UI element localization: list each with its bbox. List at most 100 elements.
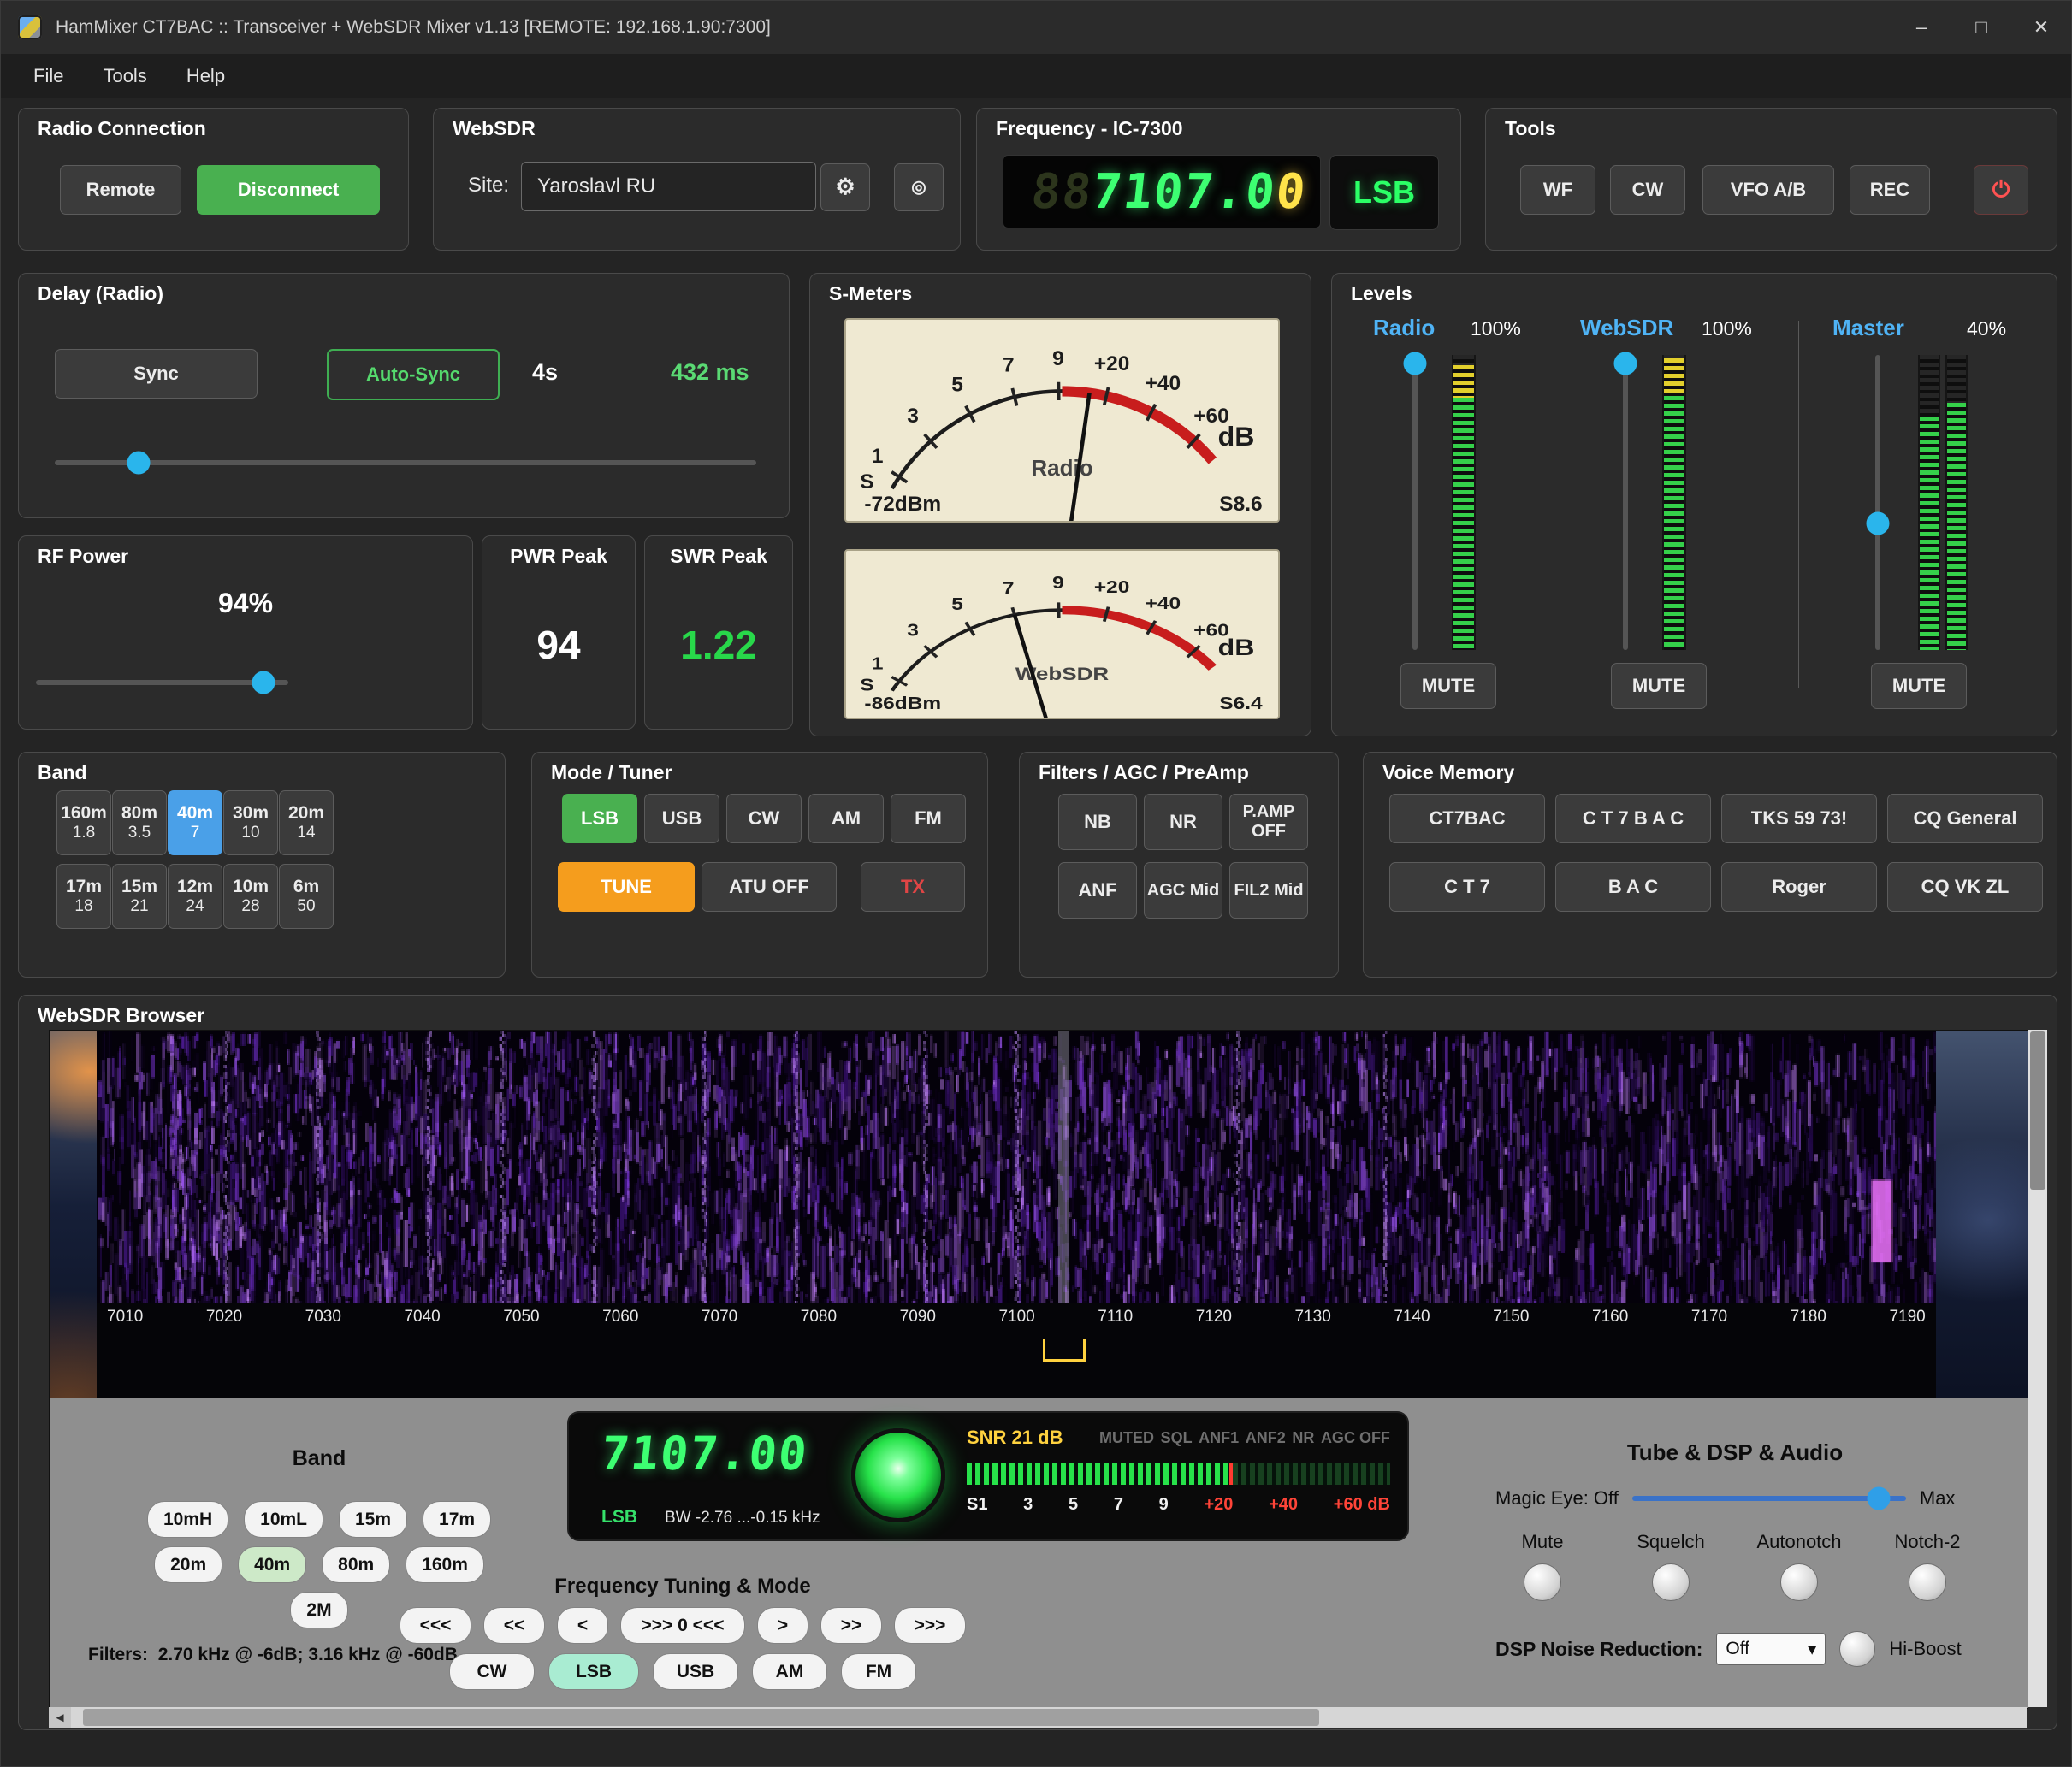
- websdr-mute-button[interactable]: MUTE: [1611, 663, 1707, 709]
- magic-eye-slider-handle[interactable]: [1867, 1487, 1890, 1510]
- sync-button[interactable]: Sync: [55, 349, 258, 399]
- tune-up-2-button[interactable]: >>: [820, 1607, 882, 1644]
- websdr-mode-fm[interactable]: FM: [841, 1653, 916, 1690]
- auto-sync-button[interactable]: Auto-Sync: [327, 349, 500, 400]
- remote-button[interactable]: Remote: [60, 165, 181, 215]
- menu-item-file[interactable]: File: [25, 62, 72, 91]
- preamp-button[interactable]: P.AMP OFF: [1229, 794, 1308, 850]
- band-button-40m[interactable]: 40m7: [168, 790, 222, 855]
- websdr-band-40m[interactable]: 40m: [238, 1546, 306, 1583]
- master-mute-button[interactable]: MUTE: [1871, 663, 1967, 709]
- dsp-nr-select[interactable]: Off ▾: [1716, 1633, 1826, 1665]
- mode-cw-button[interactable]: CW: [726, 794, 802, 843]
- websdr-mode-lsb[interactable]: LSB: [548, 1653, 639, 1690]
- agc-button[interactable]: AGC Mid: [1144, 862, 1222, 919]
- browser-horizontal-scrollbar-thumb[interactable]: [83, 1709, 1319, 1726]
- fil2-button[interactable]: FIL2 Mid: [1229, 862, 1308, 919]
- band-button-80m[interactable]: 80m3.5: [112, 790, 167, 855]
- browser-vertical-scrollbar[interactable]: [2028, 1030, 2047, 1707]
- band-button-20m[interactable]: 20m14: [279, 790, 334, 855]
- voice-memory-1[interactable]: CT7BAC: [1389, 794, 1545, 843]
- mode-lsb-button[interactable]: LSB: [562, 794, 637, 843]
- waterfall-spectrogram[interactable]: [97, 1031, 1936, 1303]
- websdr-mode-am[interactable]: AM: [752, 1653, 827, 1690]
- websdr-band-2M[interactable]: 2M: [290, 1592, 347, 1628]
- websdr-band-15m[interactable]: 15m: [339, 1501, 407, 1538]
- master-level-slider[interactable]: [1875, 355, 1880, 650]
- websdr-level-slider-handle[interactable]: [1614, 352, 1637, 375]
- radio-mute-button[interactable]: MUTE: [1400, 663, 1496, 709]
- radio-level-slider-handle[interactable]: [1404, 352, 1427, 375]
- master-level-slider-handle[interactable]: [1867, 511, 1890, 535]
- minimize-button[interactable]: –: [1891, 1, 1951, 54]
- tune-button[interactable]: TUNE: [558, 862, 695, 912]
- menu-item-tools[interactable]: Tools: [94, 62, 155, 91]
- atu-off-button[interactable]: ATU OFF: [702, 862, 837, 912]
- websdr-mode-cw[interactable]: CW: [449, 1653, 535, 1690]
- autonotch-toggle[interactable]: [1780, 1563, 1818, 1601]
- notch2-toggle[interactable]: [1909, 1563, 1946, 1601]
- app-icon: [18, 15, 42, 39]
- websdr-level-slider[interactable]: [1623, 355, 1628, 650]
- cw-tool-button[interactable]: CW: [1610, 165, 1685, 215]
- tune-down-3-button[interactable]: <<<: [400, 1607, 471, 1644]
- power-button[interactable]: ⏻: [1974, 165, 2028, 215]
- band-button-30m[interactable]: 30m10: [223, 790, 278, 855]
- passband-marker[interactable]: [1043, 1339, 1086, 1362]
- delay-slider-handle[interactable]: [127, 452, 151, 475]
- voice-memory-8[interactable]: CQ VK ZL: [1887, 862, 2043, 912]
- websdr-band-20m[interactable]: 20m: [154, 1546, 222, 1583]
- tune-down-1-button[interactable]: <: [557, 1607, 608, 1644]
- tune-center-button[interactable]: >>> 0 <<<: [620, 1607, 745, 1644]
- radio-level-slider[interactable]: [1412, 355, 1418, 650]
- mode-usb-button[interactable]: USB: [644, 794, 719, 843]
- squelch-toggle[interactable]: [1652, 1563, 1690, 1601]
- tune-up-3-button[interactable]: >>>: [894, 1607, 966, 1644]
- voice-memory-5[interactable]: C T 7: [1389, 862, 1545, 912]
- rf-power-slider[interactable]: [36, 680, 288, 685]
- scroll-left-arrow-icon[interactable]: ◄: [49, 1707, 71, 1728]
- band-button-12m[interactable]: 12m24: [168, 864, 222, 929]
- mute-toggle[interactable]: [1524, 1563, 1561, 1601]
- menu-item-help[interactable]: Help: [178, 62, 234, 91]
- browser-horizontal-scrollbar[interactable]: ◄: [49, 1707, 2027, 1728]
- group-title: Frequency - IC-7300: [996, 117, 1183, 140]
- site-scan-button[interactable]: ◎: [894, 163, 944, 211]
- band-button-160m[interactable]: 160m1.8: [56, 790, 111, 855]
- band-button-17m[interactable]: 17m18: [56, 864, 111, 929]
- band-button-15m[interactable]: 15m21: [112, 864, 167, 929]
- close-button[interactable]: ✕: [2011, 1, 2071, 54]
- tune-down-2-button[interactable]: <<: [483, 1607, 545, 1644]
- maximize-button[interactable]: □: [1951, 1, 2011, 54]
- magic-eye-slider[interactable]: [1632, 1496, 1906, 1501]
- tune-up-1-button[interactable]: >: [757, 1607, 808, 1644]
- waterfall-button[interactable]: WF: [1520, 165, 1595, 215]
- disconnect-button[interactable]: Disconnect: [197, 165, 380, 215]
- vfo-ab-button[interactable]: VFO A/B: [1702, 165, 1834, 215]
- delay-slider[interactable]: [55, 460, 756, 465]
- websdr-band-10mL[interactable]: 10mL: [244, 1501, 323, 1538]
- band-button-10m[interactable]: 10m28: [223, 864, 278, 929]
- websdr-mode-usb[interactable]: USB: [653, 1653, 738, 1690]
- mode-fm-button[interactable]: FM: [891, 794, 966, 843]
- voice-memory-4[interactable]: CQ General: [1887, 794, 2043, 843]
- rec-button[interactable]: REC: [1850, 165, 1930, 215]
- nr-button[interactable]: NR: [1144, 794, 1222, 850]
- tx-button[interactable]: TX: [861, 862, 965, 912]
- title-bar: HamMixer CT7BAC :: Transceiver + WebSDR …: [1, 1, 2071, 54]
- voice-memory-3[interactable]: TKS 59 73!: [1721, 794, 1877, 843]
- websdr-band-10mH[interactable]: 10mH: [147, 1501, 228, 1538]
- anf-button[interactable]: ANF: [1058, 862, 1137, 919]
- voice-memory-2[interactable]: C T 7 B A C: [1555, 794, 1711, 843]
- voice-memory-7[interactable]: Roger: [1721, 862, 1877, 912]
- site-select[interactable]: Yaroslavl RU: [521, 162, 816, 211]
- nb-button[interactable]: NB: [1058, 794, 1137, 850]
- browser-vertical-scrollbar-thumb[interactable]: [2030, 1031, 2045, 1190]
- websdr-band-80m[interactable]: 80m: [322, 1546, 390, 1583]
- band-button-6m[interactable]: 6m50: [279, 864, 334, 929]
- rf-power-slider-handle[interactable]: [252, 671, 275, 694]
- mode-am-button[interactable]: AM: [808, 794, 884, 843]
- hi-boost-toggle[interactable]: [1839, 1631, 1875, 1667]
- voice-memory-6[interactable]: B A C: [1555, 862, 1711, 912]
- site-settings-button[interactable]: ⚙: [820, 163, 870, 211]
